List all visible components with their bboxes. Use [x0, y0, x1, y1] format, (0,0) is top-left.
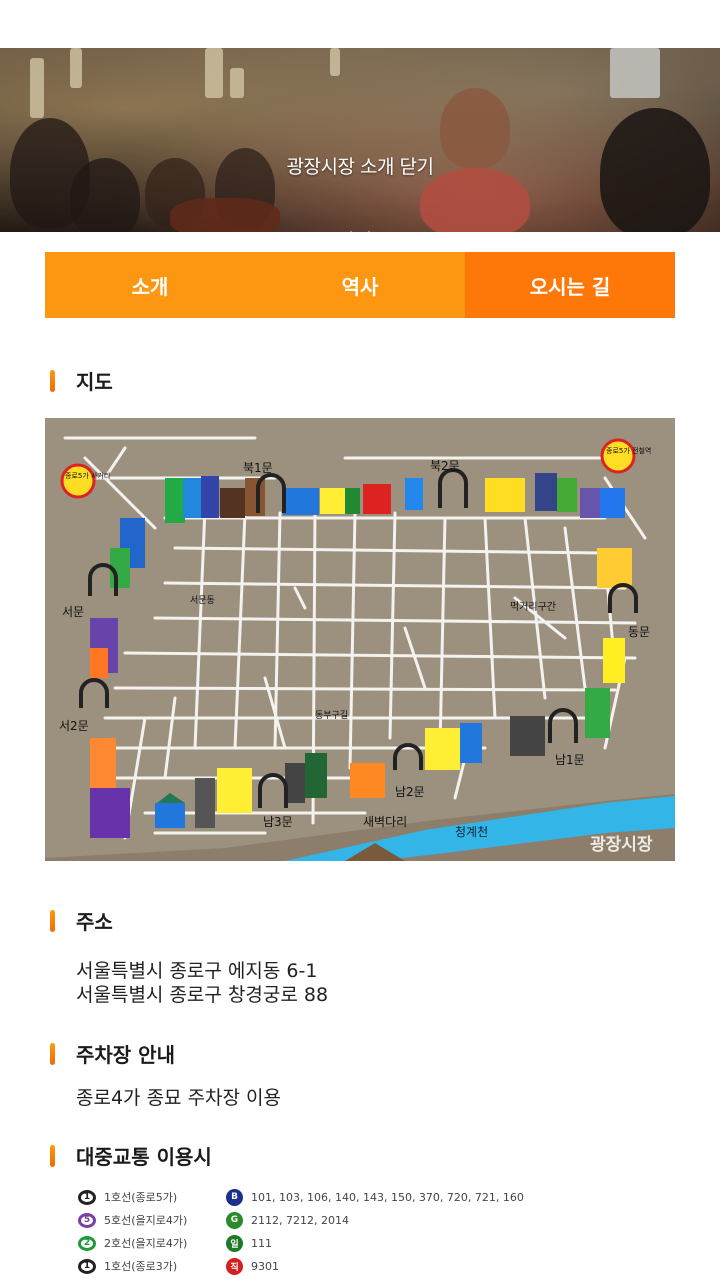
- section-title-map-text: 지도: [76, 370, 113, 394]
- section-bar: [50, 909, 55, 932]
- section-title-transit-text: 대중교통 이용시: [76, 1145, 212, 1169]
- map-label-station-jongno5b: 종로5가 전철역: [606, 446, 651, 455]
- tab-intro-label: 소개: [131, 274, 169, 299]
- subway-line-2-icon: 2: [78, 1235, 96, 1251]
- subway-line-1-icon: 1: [78, 1189, 96, 1205]
- map-label-seomun-dong: 서문동: [190, 595, 215, 606]
- section-bar: [50, 369, 55, 392]
- bus-row: G 2112, 7212, 2014: [226, 1209, 349, 1231]
- map-label-south3: 남3문: [263, 815, 293, 829]
- tab-intro[interactable]: 소개: [45, 252, 255, 318]
- address-line-1: 서울특별시 종로구 에지동 6-1: [76, 960, 318, 982]
- bus-green-icon: G: [226, 1211, 243, 1229]
- map-label-station-jongno5: 종로5가 사거리: [65, 471, 110, 480]
- subway-row: 2 2호선(을지로4가): [78, 1232, 187, 1254]
- address-text: 서울특별시 종로구 에지동 6-1 서울특별시 종로구 창경궁로 88: [76, 959, 328, 1007]
- section-title-parking-text: 주차장 안내: [76, 1043, 175, 1067]
- subway-text: 1호선(종로5가): [104, 1191, 178, 1204]
- bus-text: 111: [251, 1236, 272, 1250]
- close-icon[interactable]: [346, 228, 374, 232]
- map-label-south1: 남1문: [555, 753, 585, 767]
- map-label-dongbu-st: 동부구길: [315, 710, 348, 721]
- tab-history-label: 역사: [341, 274, 379, 299]
- subway-line-1-icon: 1: [78, 1258, 96, 1274]
- map-label-east: 동문: [628, 625, 650, 639]
- market-map-graphic: 북1문 북2문 서문 서2문 동문 남1문 남2문 남3문 새벽다리 청계천 먹…: [45, 418, 675, 861]
- section-title-transit: 대중교통 이용시: [50, 1141, 212, 1170]
- bus-regular-icon: 일: [226, 1234, 243, 1252]
- map-label-west: 서문: [62, 605, 84, 619]
- bus-text: 101, 103, 106, 140, 143, 150, 370, 720, …: [251, 1190, 524, 1204]
- subway-row: 1 1호선(종로5가): [78, 1186, 177, 1208]
- tab-directions[interactable]: 오시는 길: [465, 252, 675, 318]
- hero-caption: 광장시장 소개 닫기: [286, 156, 434, 178]
- bus-blue-icon: B: [226, 1188, 243, 1206]
- bus-express-icon: 직: [226, 1257, 243, 1275]
- map-label-food-alley: 먹거리구간: [510, 601, 556, 613]
- subway-line-5-icon: 5: [78, 1212, 96, 1228]
- map-label-north1: 북1문: [243, 461, 273, 475]
- subway-row: 5 5호선(을지로4가): [78, 1209, 187, 1231]
- bus-row: B 101, 103, 106, 140, 143, 150, 370, 720…: [226, 1186, 524, 1208]
- bus-row: 일 111: [226, 1232, 272, 1254]
- map-label-stream: 청계천: [455, 824, 488, 839]
- section-bar: [50, 1144, 55, 1167]
- bus-text: 2112, 7212, 2014: [251, 1213, 349, 1227]
- section-title-map: 지도: [50, 366, 113, 395]
- parking-text: 종로4가 종묘 주차장 이용: [76, 1087, 282, 1109]
- map-label-bridge: 새벽다리: [363, 815, 407, 829]
- map-watermark: 광장시장: [590, 835, 653, 855]
- section-title-parking: 주차장 안내: [50, 1039, 175, 1068]
- bus-row: 직 9301: [226, 1255, 279, 1277]
- subway-row: 1 1호선(종로3가): [78, 1255, 177, 1277]
- map-label-north2: 북2문: [430, 459, 460, 473]
- market-map: 북1문 북2문 서문 서2문 동문 남1문 남2문 남3문 새벽다리 청계천 먹…: [45, 418, 675, 861]
- section-bar: [50, 1042, 55, 1065]
- tab-directions-label: 오시는 길: [529, 274, 611, 299]
- subway-text: 1호선(종로3가): [104, 1260, 178, 1273]
- section-title-address: 주소: [50, 906, 113, 935]
- address-line-2: 서울특별시 종로구 창경궁로 88: [76, 984, 329, 1006]
- map-label-south2: 남2문: [395, 785, 425, 799]
- bus-text: 9301: [251, 1259, 279, 1273]
- map-label-west2: 서2문: [59, 719, 89, 733]
- subway-text: 2호선(을지로4가): [104, 1237, 188, 1250]
- section-title-address-text: 주소: [76, 910, 113, 934]
- tab-bar: 소개 역사 오시는 길: [45, 252, 675, 318]
- subway-text: 5호선(을지로4가): [104, 1214, 188, 1227]
- tab-history[interactable]: 역사: [255, 252, 465, 318]
- hero-banner: 광장시장 소개 닫기: [0, 48, 720, 232]
